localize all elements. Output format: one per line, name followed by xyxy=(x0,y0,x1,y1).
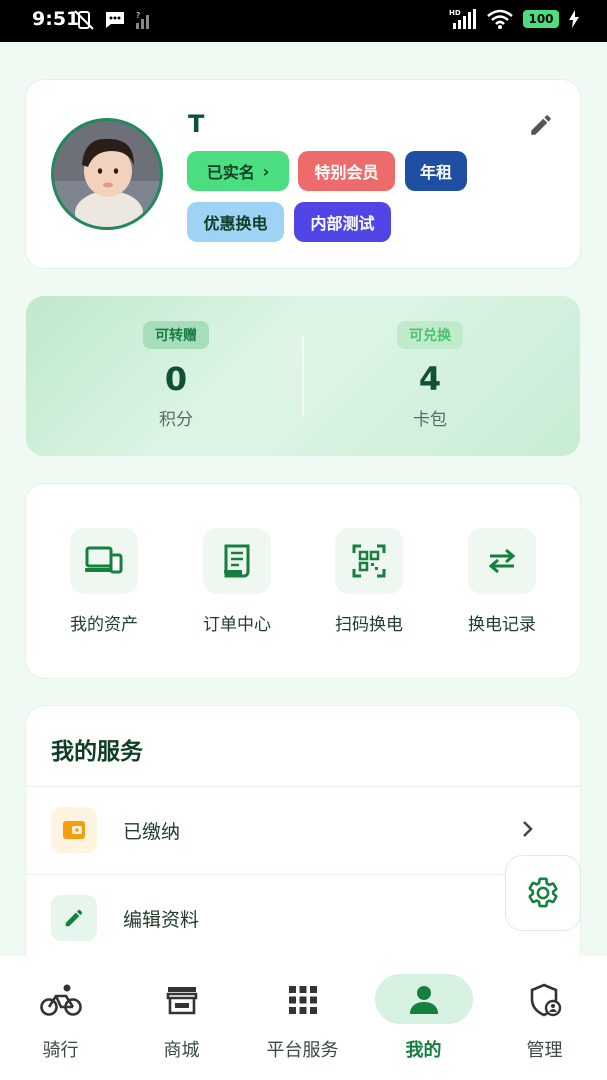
tab-management[interactable]: 管理 xyxy=(484,956,605,1080)
tab-label: 商城 xyxy=(163,1040,200,1061)
tab-label: 骑行 xyxy=(42,1040,79,1061)
charging-icon xyxy=(569,10,579,28)
message-icon xyxy=(106,12,124,28)
points-coupons-chip: 可兑换 xyxy=(397,321,463,349)
receipt-icon xyxy=(203,528,271,594)
tag-internal-test-label: 内部测试 xyxy=(310,214,375,233)
tag-internal-test: 内部测试 xyxy=(294,202,391,242)
service-label: 已缴纳 xyxy=(123,821,181,843)
devices-icon xyxy=(70,528,138,594)
tab-label: 平台服务 xyxy=(266,1040,339,1061)
tab-label: 管理 xyxy=(526,1040,563,1061)
tab-label: 我的 xyxy=(405,1040,442,1061)
status-bar: 9:51 ? HD 100 xyxy=(0,0,607,42)
quick-action-my-assets[interactable]: 我的资产 xyxy=(49,528,159,635)
points-credits-value: 0 xyxy=(164,360,188,398)
quick-action-order-center[interactable]: 订单中心 xyxy=(182,528,292,635)
battery-indicator: 100 xyxy=(523,10,559,28)
grid-icon xyxy=(281,980,325,1020)
tag-verified-label: 已实名 xyxy=(206,163,255,182)
quick-action-scan-swap[interactable]: 扫码换电 xyxy=(314,528,424,635)
tab-riding[interactable]: 骑行 xyxy=(0,956,121,1080)
gear-icon xyxy=(528,877,558,908)
avatar[interactable] xyxy=(51,118,163,230)
points-coupons[interactable]: 可兑换 4 卡包 xyxy=(340,321,520,430)
tab-platform-services[interactable]: 平台服务 xyxy=(242,956,363,1080)
quick-action-label: 扫码换电 xyxy=(335,615,403,635)
points-coupons-value: 4 xyxy=(418,360,442,398)
points-card: 可转赠 0 积分 可兑换 4 卡包 xyxy=(26,296,580,456)
points-credits-label: 积分 xyxy=(159,410,193,430)
bottom-tab-bar: 骑行 商城 平台服务 我的 管理 xyxy=(0,956,607,1080)
person-icon xyxy=(402,980,446,1020)
tab-mall[interactable]: 商城 xyxy=(121,956,242,1080)
profile-card: T 已实名 › 特别会员 年租 优惠换电 内部测试 xyxy=(26,80,580,268)
quick-action-label: 换电记录 xyxy=(468,615,536,635)
service-row-edit-profile[interactable]: 编辑资料 xyxy=(26,874,580,963)
points-credits-chip: 可转赠 xyxy=(143,321,209,349)
store-icon xyxy=(160,980,204,1020)
tag-annual-rent-label: 年租 xyxy=(419,163,452,182)
points-coupons-label: 卡包 xyxy=(413,410,447,430)
tag-annual-rent: 年租 xyxy=(405,151,467,191)
signal-weak-icon: ? xyxy=(136,11,149,29)
quick-actions-card: 我的资产 订单中心 扫码换电 换电记录 xyxy=(26,484,580,678)
quick-action-label: 我的资产 xyxy=(70,615,138,635)
tab-mine[interactable]: 我的 xyxy=(363,956,484,1080)
chevron-right-icon: › xyxy=(262,161,270,181)
quick-action-label: 订单中心 xyxy=(203,615,271,635)
quick-action-swap-records[interactable]: 换电记录 xyxy=(447,528,557,635)
wifi-icon xyxy=(487,9,513,29)
points-divider xyxy=(302,336,304,416)
status-icons-right: HD 100 xyxy=(449,8,579,30)
wallet-icon xyxy=(51,807,97,853)
service-label: 编辑资料 xyxy=(123,909,200,931)
tag-discount-swap: 优惠换电 xyxy=(187,202,284,242)
vibrate-off-icon xyxy=(74,10,94,30)
svg-text:HD: HD xyxy=(449,9,461,17)
chevron-right-icon xyxy=(523,821,533,837)
shield-user-icon xyxy=(523,980,567,1020)
tag-discount-swap-label: 优惠换电 xyxy=(203,214,268,233)
service-row-paid[interactable]: 已缴纳 xyxy=(26,786,580,875)
tag-special-member: 特别会员 xyxy=(298,151,395,191)
qr-scan-icon xyxy=(335,528,403,594)
edit-profile-icon[interactable] xyxy=(528,112,554,138)
svg-text:?: ? xyxy=(136,11,140,20)
tag-special-member-label: 特别会员 xyxy=(314,163,379,182)
settings-button[interactable] xyxy=(506,856,580,930)
signal-icon: HD xyxy=(449,9,476,29)
tag-verified[interactable]: 已实名 › xyxy=(187,151,289,191)
swap-arrows-icon xyxy=(468,528,536,594)
my-services-card: 我的服务 已缴纳 编辑资料 xyxy=(26,706,580,986)
username: T xyxy=(188,110,205,138)
bicycle-icon xyxy=(39,980,83,1020)
services-title: 我的服务 xyxy=(51,739,143,765)
pencil-icon xyxy=(51,895,97,941)
points-credits[interactable]: 可转赠 0 积分 xyxy=(86,321,266,430)
status-icons-left: ? xyxy=(73,9,153,31)
avatar-image xyxy=(54,121,160,227)
